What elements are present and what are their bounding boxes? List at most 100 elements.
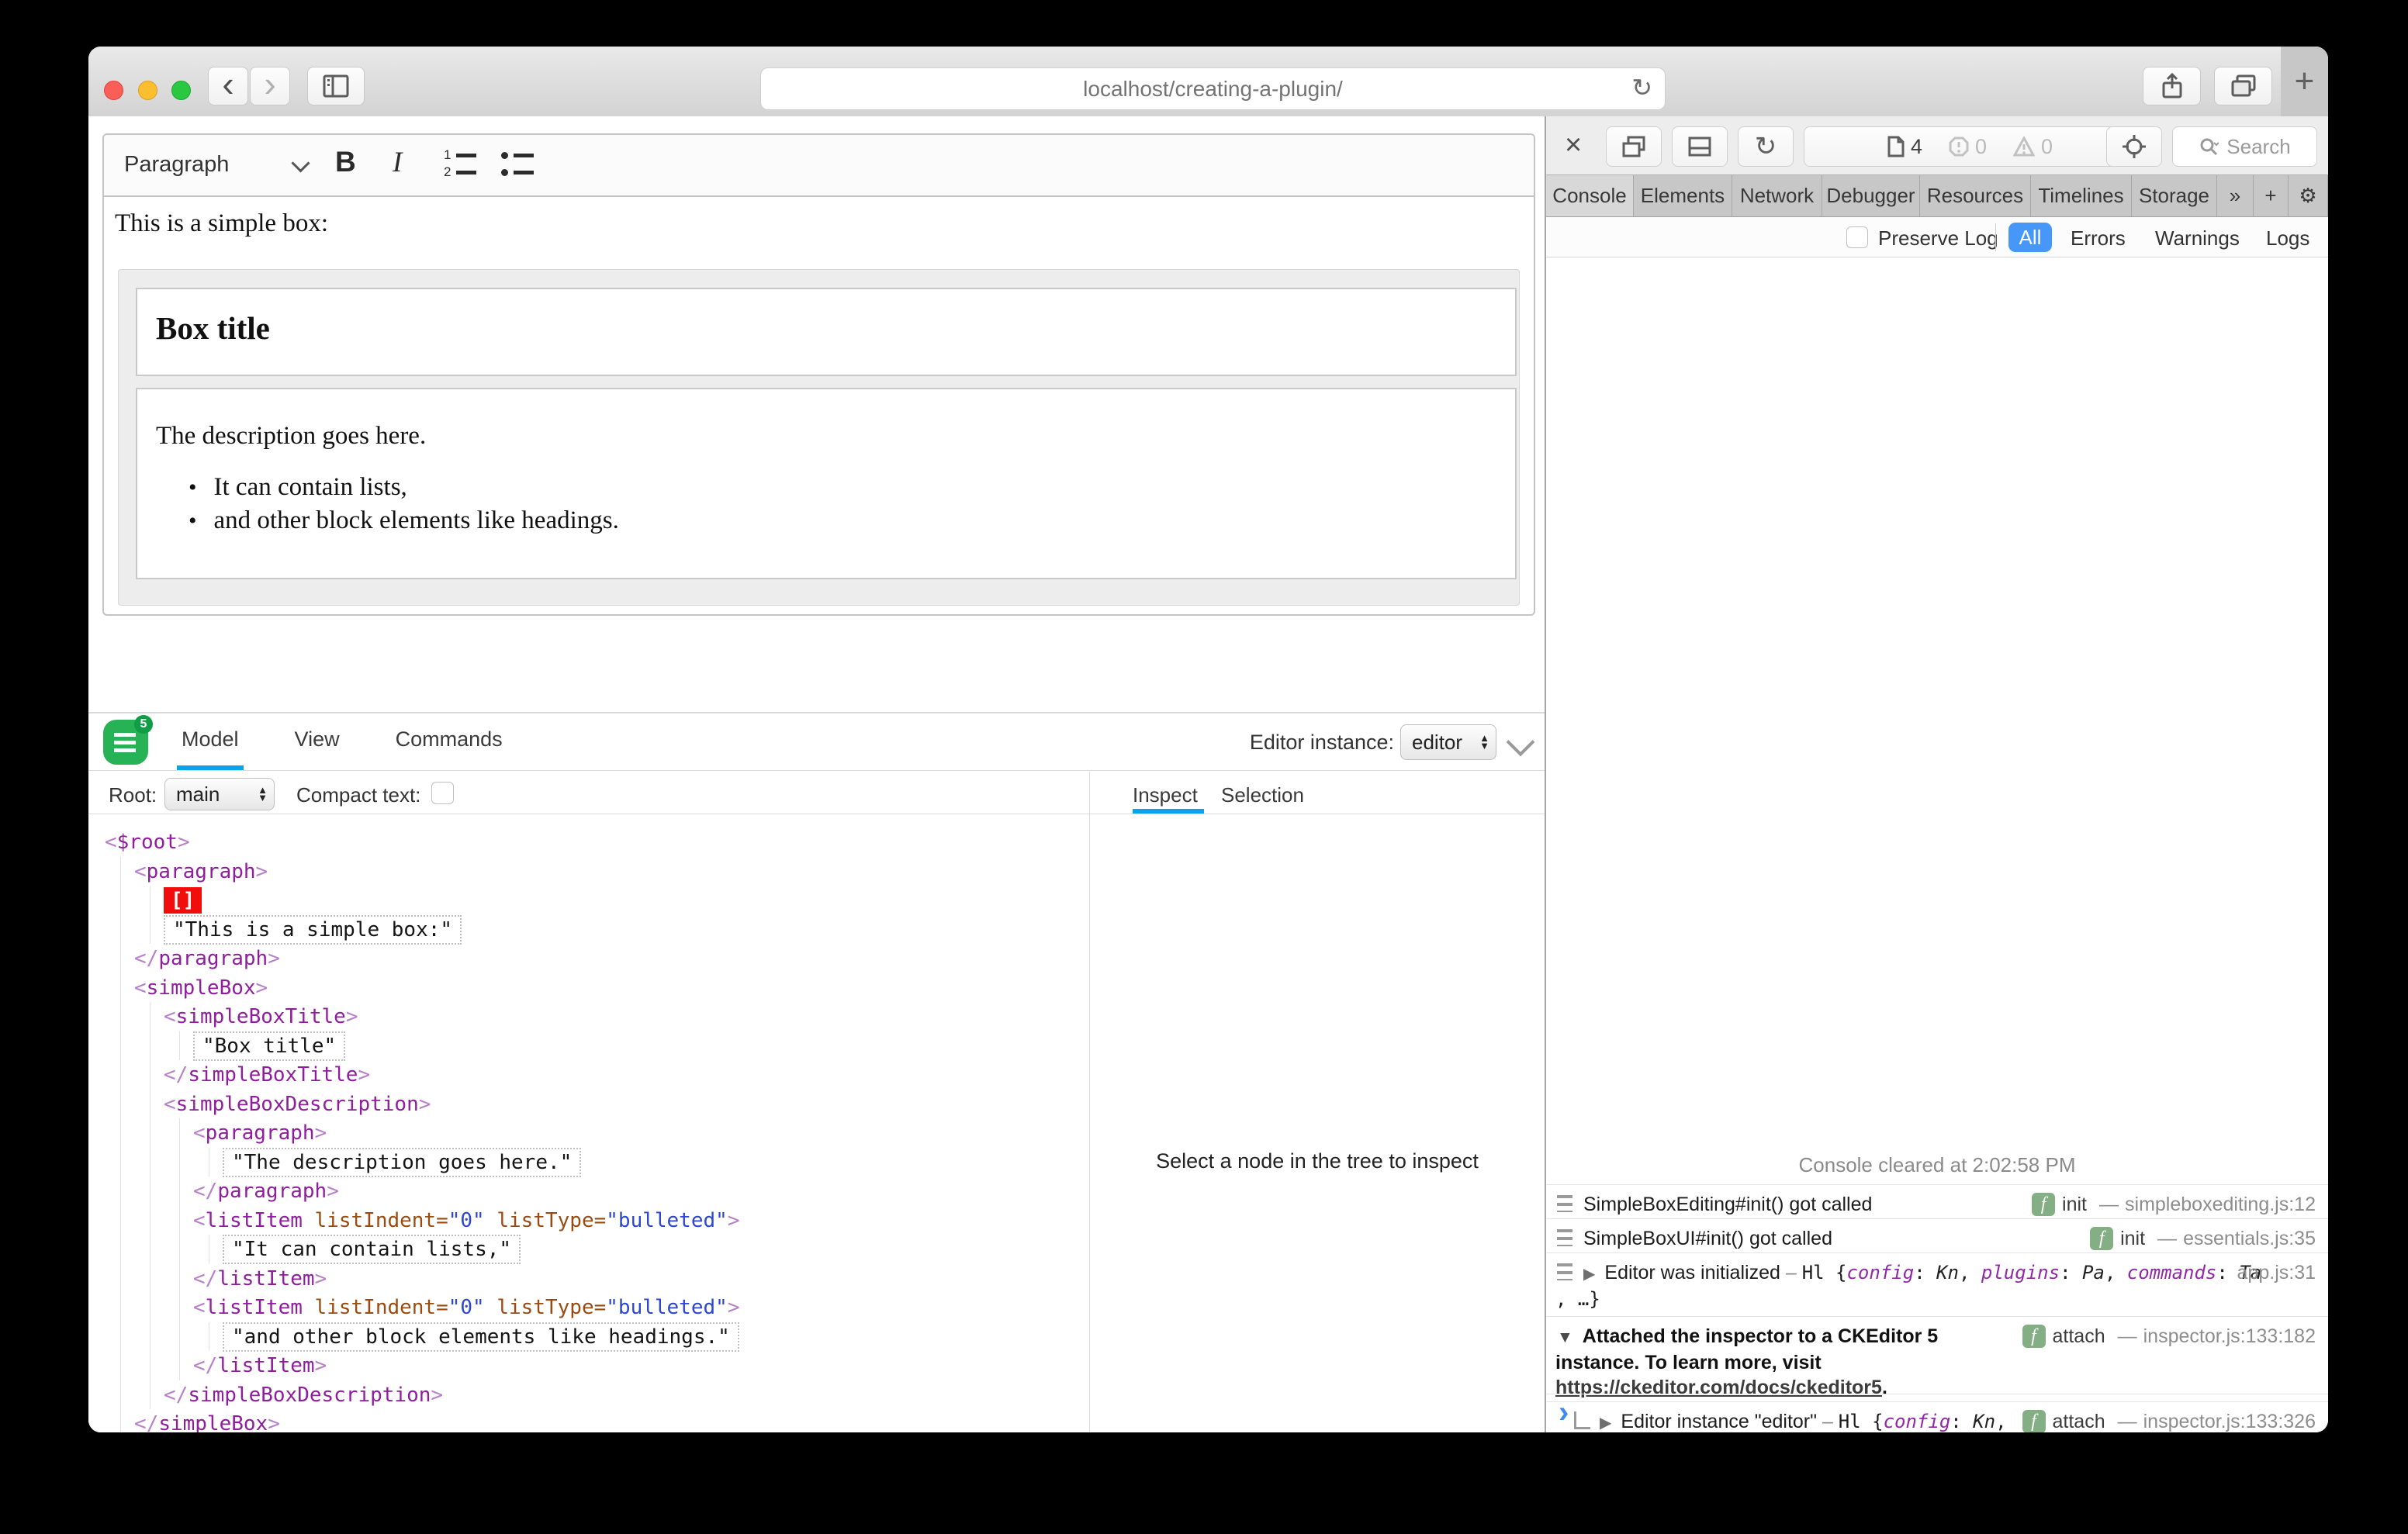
intro-paragraph[interactable]: This is a simple box:: [115, 209, 328, 238]
list-item[interactable]: •and other block elements like headings.: [189, 506, 619, 535]
collapse-inspector-icon[interactable]: [1507, 728, 1535, 757]
devtools-tab-network[interactable]: Network: [1732, 175, 1822, 216]
list-item[interactable]: •It can contain lists,: [189, 473, 619, 502]
inspector-tab-view[interactable]: View: [290, 713, 344, 770]
italic-button[interactable]: I: [393, 146, 402, 179]
close-window-button[interactable]: [104, 81, 123, 100]
tree-node[interactable]: []: [164, 886, 202, 915]
selection-marker: []: [164, 887, 202, 914]
compact-text-checkbox[interactable]: [431, 782, 454, 804]
console-message[interactable]: ▼Attached the inspector to a CKEditor 5i…: [1546, 1316, 2328, 1401]
console-message[interactable]: ▶Editor was initialized – Hl {config: Kn…: [1546, 1252, 2328, 1316]
console-message[interactable]: SimpleBoxEditing#init() got calledfinit—…: [1546, 1184, 2328, 1218]
side-tab-inspect[interactable]: Inspect: [1133, 783, 1198, 807]
add-tab-button[interactable]: +: [2254, 175, 2289, 216]
inspector-tab-commands[interactable]: Commands: [391, 713, 507, 770]
bulleted-list-button[interactable]: [501, 149, 541, 181]
root-select[interactable]: main ▲▼: [164, 778, 275, 810]
forward-button[interactable]: ›: [250, 67, 290, 105]
source-link[interactable]: finit—essentials.js:35: [2090, 1226, 2316, 1251]
dock-bottom-button[interactable]: [1672, 126, 1728, 167]
devtools-tab-elements[interactable]: Elements: [1634, 175, 1732, 216]
close-devtools-button[interactable]: ×: [1565, 129, 1582, 161]
tag-name: simpleBoxDescription: [188, 1384, 431, 1407]
reload-icon[interactable]: ↻: [1631, 73, 1652, 102]
desktop-background: ‹ › localhost/creating-a-plugin/ ↻: [0, 0, 2408, 1534]
attr-value: "bulleted": [606, 1296, 728, 1319]
heading-dropdown[interactable]: Paragraph: [124, 152, 229, 178]
tree-node[interactable]: "Box title": [193, 1031, 345, 1061]
tree-node[interactable]: </listItem>: [193, 1351, 327, 1380]
tree-node[interactable]: </paragraph>: [134, 944, 280, 973]
side-tab-selection[interactable]: Selection: [1221, 783, 1304, 807]
model-tree[interactable]: <$root><paragraph>[]"This is a simple bo…: [88, 814, 1089, 1432]
tree-node[interactable]: <paragraph>: [134, 857, 268, 886]
source-link[interactable]: finit—simpleboxediting.js:12: [2032, 1192, 2316, 1217]
tree-node[interactable]: "and other block elements like headings.…: [223, 1322, 739, 1352]
back-button[interactable]: ‹: [208, 67, 248, 105]
tree-node[interactable]: <listItem listIndent="0" listType="bulle…: [193, 1293, 739, 1322]
tree-node[interactable]: </listItem>: [193, 1264, 327, 1294]
tree-node[interactable]: "This is a simple box:": [164, 915, 462, 945]
scope-filter-logs[interactable]: Logs: [2266, 226, 2309, 250]
tree-node[interactable]: <simpleBox>: [134, 973, 268, 1003]
zoom-window-button[interactable]: [171, 81, 191, 100]
tab-overview-button[interactable]: [2214, 67, 2272, 105]
minimize-window-button[interactable]: [138, 81, 157, 100]
tree-node[interactable]: </paragraph>: [193, 1176, 339, 1206]
scope-filter-all[interactable]: All: [2008, 223, 2052, 252]
disclosure-collapsed-icon[interactable]: ▶: [1583, 1266, 1595, 1283]
tree-node[interactable]: <$root>: [105, 827, 190, 857]
tree-node[interactable]: <simpleBoxDescription>: [164, 1090, 431, 1119]
new-tab-button[interactable]: +: [2281, 47, 2328, 116]
inspector-tab-model[interactable]: Model: [177, 713, 244, 770]
scope-filter-errors[interactable]: Errors: [2071, 226, 2126, 250]
console-message[interactable]: SimpleBoxUI#init() got calledfinit—essen…: [1546, 1218, 2328, 1252]
disclosure-expanded-icon[interactable]: ▼: [1557, 1325, 1573, 1350]
scope-filter-warnings[interactable]: Warnings: [2155, 226, 2240, 250]
console-prompt[interactable]: ›: [1546, 1394, 2328, 1432]
bold-button[interactable]: B: [335, 146, 356, 178]
editor-editable[interactable]: This is a simple box: Box title The desc…: [104, 195, 1534, 614]
sidebar-button[interactable]: [307, 67, 365, 105]
source-link[interactable]: fattach—inspector.js:133:182: [2022, 1324, 2316, 1349]
simple-box-title[interactable]: Box title: [136, 288, 1517, 376]
devtools-tab-console[interactable]: Console: [1546, 175, 1634, 216]
tree-node[interactable]: <paragraph>: [193, 1118, 327, 1148]
simple-box-description[interactable]: The description goes here. •It can conta…: [136, 388, 1517, 579]
tree-node[interactable]: "It can contain lists,": [223, 1235, 521, 1264]
tree-node[interactable]: <listItem listIndent="0" listType="bulle…: [193, 1206, 739, 1235]
tag-name: listItem: [206, 1296, 303, 1319]
more-tabs-button[interactable]: »: [2217, 175, 2254, 216]
select-stepper-icon: ▲ ▼: [258, 786, 268, 802]
tree-node[interactable]: </simpleBoxTitle>: [164, 1060, 370, 1090]
devtools-search-field[interactable]: Search: [2172, 126, 2317, 167]
preserve-log-checkbox[interactable]: [1846, 226, 1868, 248]
console-text: :: [2060, 1262, 2082, 1284]
tree-node[interactable]: <simpleBoxTitle>: [164, 1002, 358, 1031]
back-icon: ‹: [222, 68, 234, 104]
reload-page-button[interactable]: ↻: [1738, 126, 1794, 167]
devtools-tab-resources[interactable]: Resources: [1920, 175, 2031, 216]
devtools-tab-storage[interactable]: Storage: [2132, 175, 2217, 216]
tree-node[interactable]: </simpleBoxDescription>: [164, 1380, 443, 1410]
tag-name: paragraph: [158, 947, 268, 970]
dock-side-button[interactable]: [1606, 126, 1662, 167]
element-picker-button[interactable]: [2106, 126, 2162, 167]
editor-instance-select[interactable]: editor ▲▼: [1400, 724, 1496, 760]
simple-box-widget[interactable]: Box title The description goes here. •It…: [118, 269, 1520, 606]
console-text: Kn: [1936, 1262, 1959, 1284]
forward-icon: ›: [264, 68, 275, 104]
settings-gear-button[interactable]: ⚙: [2289, 175, 2328, 216]
share-button[interactable]: [2143, 67, 2201, 105]
address-bar[interactable]: localhost/creating-a-plugin/ ↻: [760, 67, 1666, 110]
numbered-list-button[interactable]: 1 2: [444, 149, 484, 181]
warning-icon: [2013, 136, 2035, 157]
tree-node[interactable]: </simpleBox>: [134, 1409, 280, 1432]
source-link[interactable]: app.js:31: [2237, 1260, 2316, 1285]
tree-node[interactable]: "The description goes here.": [223, 1148, 581, 1177]
devtools-tab-debugger[interactable]: Debugger: [1822, 175, 1920, 216]
issues-summary-button[interactable]: 4 0: [1804, 126, 2136, 167]
devtools-tab-timelines[interactable]: Timelines: [2031, 175, 2132, 216]
console-text: Pa: [2082, 1262, 2105, 1284]
